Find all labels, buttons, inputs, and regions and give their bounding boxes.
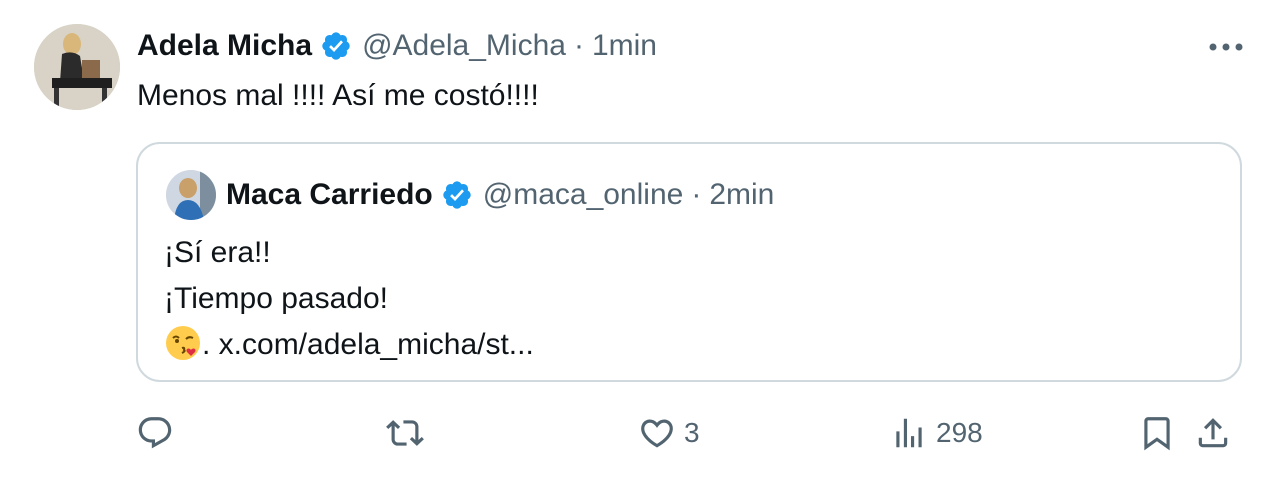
avatar[interactable] [34, 24, 120, 110]
bookmark-icon [1144, 417, 1170, 451]
reply-button[interactable] [136, 410, 182, 456]
like-count: 3 [684, 417, 700, 448]
more-options-button[interactable] [1204, 36, 1248, 58]
quoted-avatar[interactable] [166, 170, 216, 220]
timestamp[interactable]: 1min [592, 29, 657, 63]
retweet-button[interactable] [386, 410, 432, 456]
quoted-author-handle[interactable]: @maca_online [483, 178, 684, 212]
quoted-tweet[interactable]: Maca Carriedo @maca_online · 2min ¡Sí er… [136, 142, 1242, 382]
views-button[interactable]: 298 [890, 410, 983, 456]
author-name[interactable]: Adela Micha [137, 29, 312, 63]
quoted-author-name[interactable]: Maca Carriedo [226, 178, 433, 212]
quoted-link[interactable]: . x.com/adela_micha/st... [202, 328, 534, 361]
reply-icon [138, 417, 172, 449]
quoted-text: ¡Sí era!! ¡Tiempo pasado! . x.com/adela_… [164, 230, 534, 368]
share-button[interactable] [1194, 410, 1232, 456]
separator-dot: · [691, 178, 702, 211]
quoted-timestamp[interactable]: 2min [709, 178, 774, 212]
verified-badge-icon [320, 30, 352, 62]
author-handle[interactable]: @Adela_Micha [362, 29, 566, 63]
action-bar: 3 298 [136, 410, 1246, 456]
bookmark-button[interactable] [1138, 410, 1176, 456]
tweet-header: Adela Micha @Adela_Micha · 1min [137, 24, 657, 68]
quoted-header: Maca Carriedo @maca_online · 2min [226, 174, 774, 216]
tweet-text: Menos mal !!!! Así me costó!!!! [137, 79, 539, 112]
kissing-face-emoji [164, 324, 202, 362]
more-icon [1209, 43, 1243, 51]
quoted-line-2: ¡Tiempo pasado! [164, 282, 389, 315]
quoted-line-1: ¡Sí era!! [164, 236, 271, 269]
separator-dot: · [573, 29, 584, 62]
retweet-icon [386, 420, 424, 446]
share-icon [1198, 418, 1228, 448]
verified-badge-icon [441, 179, 473, 211]
quoted-line-3: . x.com/adela_micha/st... [164, 322, 534, 368]
views-count: 298 [936, 417, 983, 448]
like-button[interactable]: 3 [638, 410, 700, 456]
like-icon [641, 419, 673, 448]
views-icon [896, 418, 922, 448]
